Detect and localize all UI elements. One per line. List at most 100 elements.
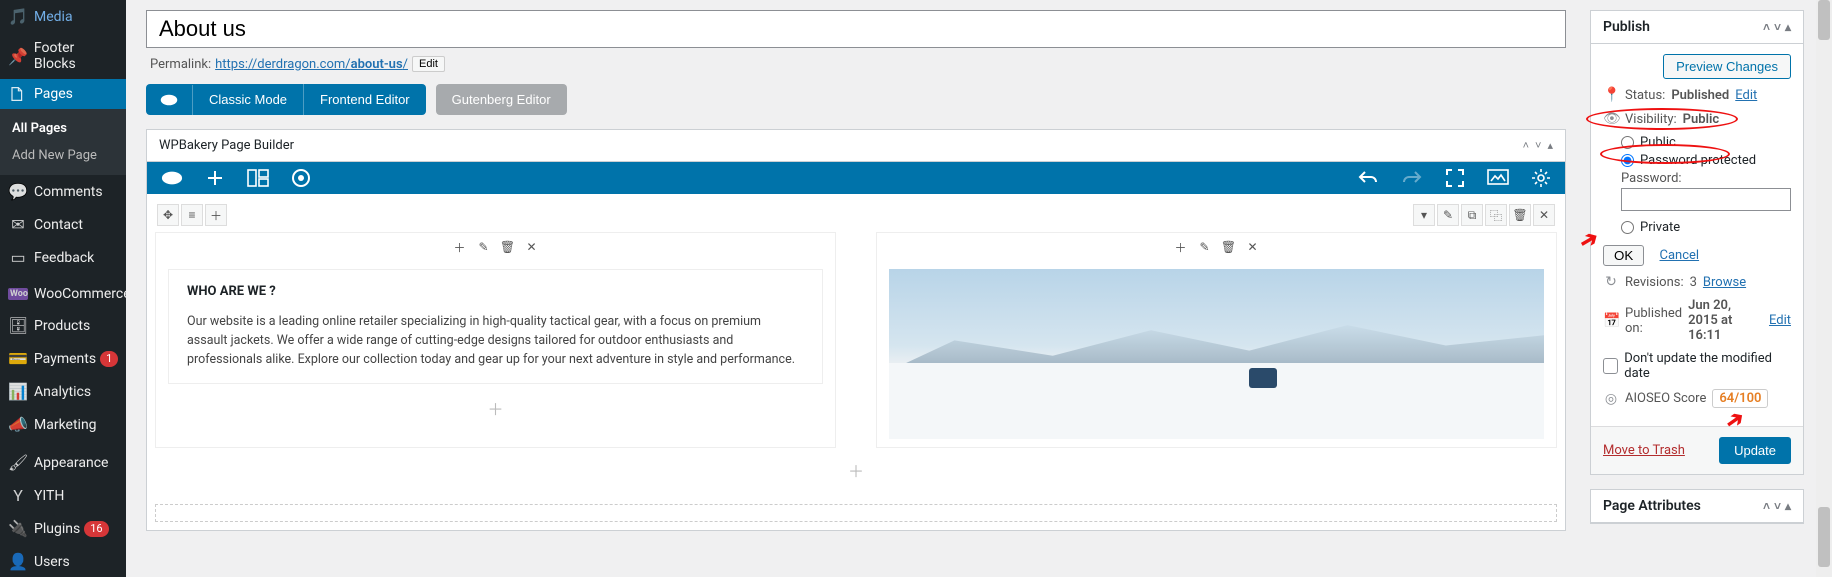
- gear-icon[interactable]: [291, 168, 311, 188]
- scrollbar[interactable]: [1816, 0, 1832, 577]
- sidebar-item-payments[interactable]: 💳 Payments 1: [0, 342, 126, 375]
- column-add-button[interactable]: ＋: [156, 390, 835, 426]
- admin-sidebar: 🎵 Media 📌 Footer Blocks Pages All Pages …: [0, 0, 126, 577]
- sidebar-item-marketing[interactable]: 📣 Marketing: [0, 408, 126, 441]
- visibility-public-radio[interactable]: [1621, 136, 1634, 149]
- settings-icon[interactable]: [1531, 168, 1551, 188]
- publish-title: Publish: [1603, 19, 1650, 35]
- sidebar-item-feedback[interactable]: ▭ Feedback: [0, 241, 126, 274]
- sidebar-item-pages[interactable]: Pages: [0, 79, 126, 109]
- sidebar-item-label: Media: [34, 9, 73, 25]
- panel-down-icon[interactable]: ˅: [1535, 139, 1541, 152]
- sidebar-item-label: Footer Blocks: [34, 40, 118, 72]
- envelope-icon: ✉: [8, 215, 28, 234]
- aioseo-icon: ◎: [1603, 391, 1619, 407]
- sidebar-item-media[interactable]: 🎵 Media: [0, 0, 126, 33]
- password-label: Password:: [1621, 171, 1791, 186]
- row-close-icon[interactable]: ✕: [1533, 204, 1555, 226]
- password-input[interactable]: [1621, 188, 1791, 211]
- row-clone-icon[interactable]: ⿻: [1485, 204, 1507, 226]
- sidebar-item-label: Comments: [34, 184, 103, 200]
- visibility-password-radio[interactable]: [1621, 154, 1634, 167]
- visibility-password-label: Password protected: [1640, 153, 1756, 168]
- panel-toggle-icon[interactable]: ▴: [1785, 499, 1791, 513]
- sidebar-item-products[interactable]: 🗄 Products: [0, 309, 126, 342]
- sidebar-item-analytics[interactable]: 📊 Analytics: [0, 375, 126, 408]
- undo-icon[interactable]: [1357, 168, 1379, 188]
- update-button[interactable]: Update: [1719, 437, 1791, 464]
- preview-changes-button[interactable]: Preview Changes: [1663, 54, 1791, 79]
- panel-toggle-icon[interactable]: ▴: [1785, 20, 1791, 34]
- row-move-icon[interactable]: ✥: [157, 204, 179, 226]
- sidebar-item-contact[interactable]: ✉ Contact: [0, 208, 126, 241]
- status-edit-link[interactable]: Edit: [1735, 88, 1757, 103]
- row-edit-icon[interactable]: ✎: [1437, 204, 1459, 226]
- payments-badge: 1: [100, 351, 118, 367]
- sidebar-item-woocommerce[interactable]: Woo WooCommerce: [0, 279, 126, 309]
- el-trash-icon[interactable]: 🗑: [1219, 237, 1239, 257]
- panel-up-icon[interactable]: ˄: [1763, 499, 1770, 513]
- sidebar-item-appearance[interactable]: 🖌 Appearance: [0, 446, 126, 479]
- fullscreen-icon[interactable]: [1445, 168, 1465, 188]
- el-add-icon[interactable]: ＋: [1171, 237, 1191, 257]
- visibility-private-radio[interactable]: [1621, 221, 1634, 234]
- sidebar-item-yith[interactable]: Y YITH: [0, 479, 126, 512]
- dont-update-checkbox[interactable]: [1603, 358, 1618, 374]
- wpbakery-toolbar: [147, 162, 1565, 194]
- row-copy-icon[interactable]: ⧉: [1461, 204, 1483, 226]
- visibility-cancel-link[interactable]: Cancel: [1660, 248, 1700, 263]
- brush-icon: 🖌: [8, 453, 28, 472]
- empty-row-placeholder[interactable]: [155, 504, 1557, 522]
- move-to-trash-link[interactable]: Move to Trash: [1603, 443, 1685, 458]
- sidebar-item-users[interactable]: 👤 Users: [0, 545, 126, 577]
- row-columns-icon[interactable]: ≡: [181, 204, 203, 226]
- row-trash-icon[interactable]: 🗑: [1509, 204, 1531, 226]
- el-close-icon[interactable]: ✕: [1243, 237, 1263, 257]
- plug-icon: 🔌: [8, 519, 28, 538]
- sidebar-sub-add-new[interactable]: Add New Page: [0, 142, 126, 169]
- el-add-icon[interactable]: ＋: [450, 237, 470, 257]
- revisions-browse-link[interactable]: Browse: [1703, 275, 1746, 290]
- row-toggle-icon[interactable]: ▾: [1413, 204, 1435, 226]
- panel-down-icon[interactable]: ˅: [1774, 20, 1781, 34]
- el-trash-icon[interactable]: 🗑: [498, 237, 518, 257]
- classic-mode-button[interactable]: Classic Mode Frontend Editor: [146, 84, 426, 115]
- pin-icon: 📍: [1603, 87, 1619, 103]
- page-title-input[interactable]: [146, 10, 1566, 48]
- revisions-count: 3: [1690, 275, 1697, 290]
- dont-update-label: Don't update the modified date: [1624, 351, 1791, 381]
- panel-up-icon[interactable]: ˄: [1523, 139, 1529, 152]
- el-edit-icon[interactable]: ✎: [1195, 237, 1215, 257]
- aioseo-score: 64/100: [1712, 389, 1768, 408]
- templates-icon[interactable]: [247, 169, 269, 187]
- panel-toggle-icon[interactable]: ▴: [1547, 139, 1553, 152]
- text-block[interactable]: WHO ARE WE ? Our website is a leading on…: [168, 269, 823, 384]
- sidebar-item-label: Marketing: [34, 417, 97, 433]
- sidebar-sub-all-pages[interactable]: All Pages: [0, 115, 126, 142]
- image-block[interactable]: [889, 269, 1544, 439]
- redo-icon[interactable]: [1401, 168, 1423, 188]
- visibility-ok-button[interactable]: OK: [1603, 245, 1644, 266]
- el-edit-icon[interactable]: ✎: [474, 237, 494, 257]
- sidebar-item-comments[interactable]: 💬 Comments: [0, 175, 126, 208]
- sidebar-item-plugins[interactable]: 🔌 Plugins 16: [0, 512, 126, 545]
- panel-up-icon[interactable]: ˄: [1763, 20, 1770, 34]
- wpbakery-panel: WPBakery Page Builder ˄ ˅ ▴: [146, 129, 1566, 531]
- add-element-icon[interactable]: [205, 168, 225, 188]
- row-add-icon[interactable]: ＋: [205, 204, 227, 226]
- permalink-link[interactable]: https://derdragon.com/about-us/: [215, 57, 408, 72]
- sidebar-item-label: Users: [34, 554, 70, 570]
- permalink-edit-button[interactable]: Edit: [412, 56, 445, 72]
- published-on-label: Published on:: [1625, 306, 1682, 336]
- text-block-body: Our website is a leading online retailer…: [187, 313, 804, 369]
- preview-icon[interactable]: [1487, 169, 1509, 187]
- wpbakery-logo-icon[interactable]: [161, 169, 183, 187]
- published-on-edit-link[interactable]: Edit: [1769, 313, 1791, 328]
- gutenberg-button[interactable]: Gutenberg Editor: [436, 84, 567, 115]
- sidebar-item-footer-blocks[interactable]: 📌 Footer Blocks: [0, 33, 126, 79]
- el-close-icon[interactable]: ✕: [522, 237, 542, 257]
- row-add-center-button[interactable]: ＋: [155, 454, 1557, 486]
- visibility-value: Public: [1683, 112, 1719, 127]
- panel-down-icon[interactable]: ˅: [1774, 499, 1781, 513]
- visibility-private-label: Private: [1640, 220, 1680, 235]
